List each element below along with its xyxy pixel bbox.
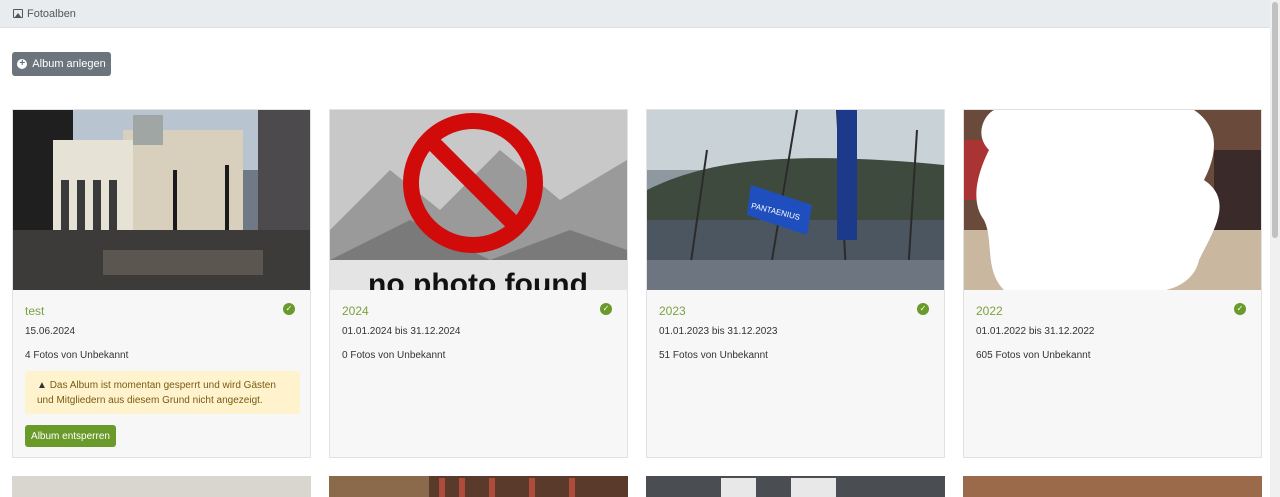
add-album-label: Album anlegen xyxy=(32,58,106,70)
album-photo-count: 605 Fotos von Unbekannt xyxy=(976,350,1091,361)
plus-circle-icon: + xyxy=(17,59,28,69)
scrollbar-thumb[interactable] xyxy=(1272,2,1278,238)
album-title[interactable]: 2022 xyxy=(976,304,1003,318)
add-album-button[interactable]: + Album anlegen xyxy=(12,52,111,76)
check-circle-icon[interactable]: ✓ xyxy=(1234,303,1246,315)
scrollbar[interactable] xyxy=(1270,0,1280,497)
album-date: 01.01.2024 bis 31.12.2024 xyxy=(342,326,461,337)
album-photo-count: 51 Fotos von Unbekannt xyxy=(659,350,768,361)
locked-warning: ▲ Das Album ist momentan gesperrt und wi… xyxy=(25,371,300,414)
album-card: no photo found 2024 ✓ 01.01.2024 bis 31.… xyxy=(329,109,628,458)
album-card: test ✓ 15.06.2024 4 Fotos von Unbekannt … xyxy=(12,109,311,458)
album-thumbnail[interactable]: PANTAENIUS xyxy=(647,110,944,290)
album-title[interactable]: 2023 xyxy=(659,304,686,318)
album-card: 2022 ✓ 01.01.2022 bis 31.12.2022 605 Fot… xyxy=(963,109,1262,458)
album-thumbnail[interactable] xyxy=(646,476,945,497)
page-title: Fotoalben xyxy=(27,7,76,20)
unlock-album-button[interactable]: Album entsperren xyxy=(25,425,116,447)
album-title[interactable]: 2024 xyxy=(342,304,369,318)
album-photo-count: 4 Fotos von Unbekannt xyxy=(25,350,129,361)
album-photo-count: 0 Fotos von Unbekannt xyxy=(342,350,446,361)
album-thumbnail[interactable] xyxy=(963,476,1262,497)
album-date: 01.01.2022 bis 31.12.2022 xyxy=(976,326,1095,337)
album-thumbnail[interactable]: no photo found xyxy=(330,110,627,290)
album-date: 15.06.2024 xyxy=(25,326,76,337)
album-thumbnail[interactable] xyxy=(13,110,310,290)
album-date: 01.01.2023 bis 31.12.2023 xyxy=(659,326,778,337)
warning-icon: ▲ xyxy=(37,380,47,391)
album-thumbnail[interactable] xyxy=(329,476,628,497)
album-title[interactable]: test xyxy=(25,304,44,318)
breadcrumb: Fotoalben xyxy=(0,0,1270,28)
check-circle-icon[interactable]: ✓ xyxy=(283,303,295,315)
locked-warning-text: Das Album ist momentan gesperrt und wird… xyxy=(37,380,276,406)
no-photo-text: no photo found xyxy=(368,268,588,290)
image-icon xyxy=(13,9,23,18)
check-circle-icon[interactable]: ✓ xyxy=(600,303,612,315)
check-circle-icon[interactable]: ✓ xyxy=(917,303,929,315)
album-thumbnail[interactable] xyxy=(964,110,1261,290)
album-card: PANTAENIUS 2023 ✓ 01.01.2023 bis 31.12.2… xyxy=(646,109,945,458)
album-thumbnail[interactable] xyxy=(12,476,311,497)
